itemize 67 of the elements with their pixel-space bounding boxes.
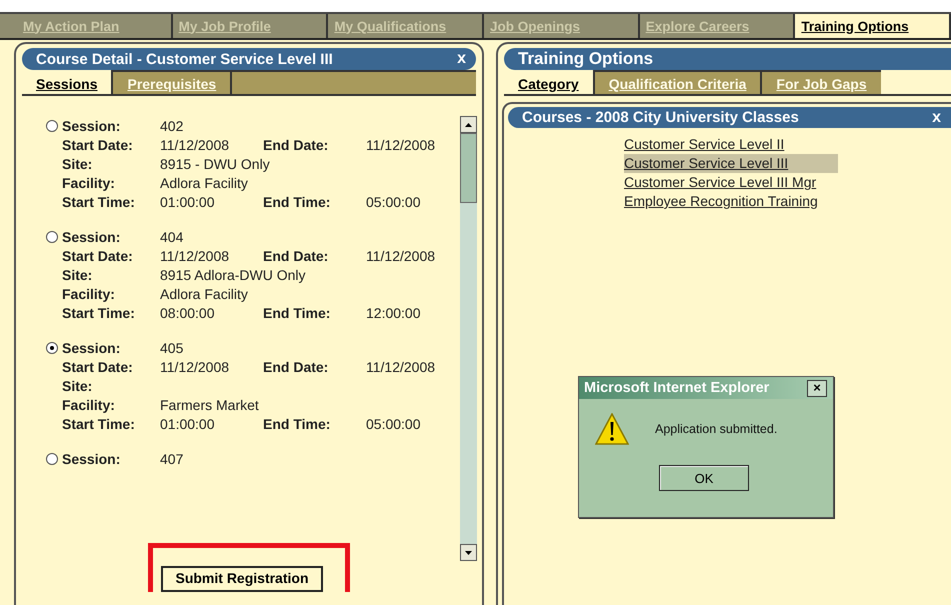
ok-button[interactable]: OK [659,465,749,491]
field-label: End Time: [263,416,332,432]
field-label: Session: [62,118,122,134]
field-value: Adlora Facility [160,286,249,302]
field-value: 404 [160,228,184,244]
field-label: Facility: [62,286,116,302]
field-label: Start Date: [62,248,134,264]
field-label: Start Time: [62,304,136,320]
radio-button[interactable] [46,230,58,242]
field-label: Start Time: [62,194,136,210]
field-value: 05:00:00 [366,194,422,210]
submit-button[interactable]: Submit Registration [161,566,322,592]
scroll-down-icon[interactable] [460,544,477,561]
field-value: 08:00:00 [160,304,216,320]
field-value: 11/12/2008 [366,358,436,374]
field-label: Facility: [62,174,116,190]
scroll-thumb[interactable] [460,133,477,203]
field-value: 05:00:00 [366,416,422,432]
close-button[interactable]: x [932,108,941,126]
close-button[interactable]: × [807,380,827,396]
field-label: Session: [62,450,122,466]
warning-icon [595,413,629,445]
panel-title: Courses - 2008 City University Classes [522,109,799,126]
field-label: Session: [62,228,122,244]
dialog-message: Application submitted. [655,422,778,436]
scrollbar[interactable] [460,116,477,561]
field-value: 01:00:00 [160,194,216,210]
field-label: Start Date: [62,358,134,374]
field-value: 11/12/2008 [366,136,436,152]
course-link[interactable]: Customer Service Level III Mgr [624,173,824,192]
field-label: End Date: [263,248,330,264]
field-value: Adlora Facility [160,174,249,190]
scroll-up-icon[interactable] [460,116,477,133]
field-value: 11/12/2008 [160,358,230,374]
field-value: 402 [160,118,184,134]
field-value: 8915 Adlora-DWU Only [160,266,307,282]
field-label: End Date: [263,358,330,374]
field-label: End Date: [263,136,330,152]
field-value: Farmers Market [160,396,260,412]
radio-button[interactable] [46,452,58,464]
field-value: 11/12/2008 [160,248,230,264]
field-value: 11/12/2008 [160,136,230,152]
radio-button[interactable] [46,120,58,132]
field-value: 405 [160,340,184,356]
field-value: 12:00:00 [366,304,422,320]
dialog-title: Microsoft Internet Explorer [584,380,770,396]
field-label: End Time: [263,194,332,210]
field-label: Start Time: [62,416,136,432]
field-value: 8915 - DWU Only [160,156,271,172]
field-label: Session: [62,340,122,356]
radio-button[interactable] [46,342,58,354]
nav-tab[interactable]: Training Options [795,14,951,38]
panel-title: Training Options [518,49,654,69]
close-button[interactable]: x [457,50,466,68]
field-value: 01:00:00 [160,416,216,432]
course-link[interactable]: Customer Service Level III [624,154,838,173]
course-link[interactable]: Customer Service Level II [624,135,792,154]
field-label: Site: [62,266,94,282]
field-value: 407 [160,450,184,466]
field-label: End Time: [263,304,332,320]
field-label: Facility: [62,396,116,412]
field-label: Site: [62,156,94,172]
course-link[interactable]: Employee Recognition Training [624,192,826,211]
field-label: Start Date: [62,136,134,152]
field-label: Site: [62,378,94,394]
field-value: 11/12/2008 [366,248,436,264]
panel-title: Course Detail - Customer Service Level III [36,50,333,68]
